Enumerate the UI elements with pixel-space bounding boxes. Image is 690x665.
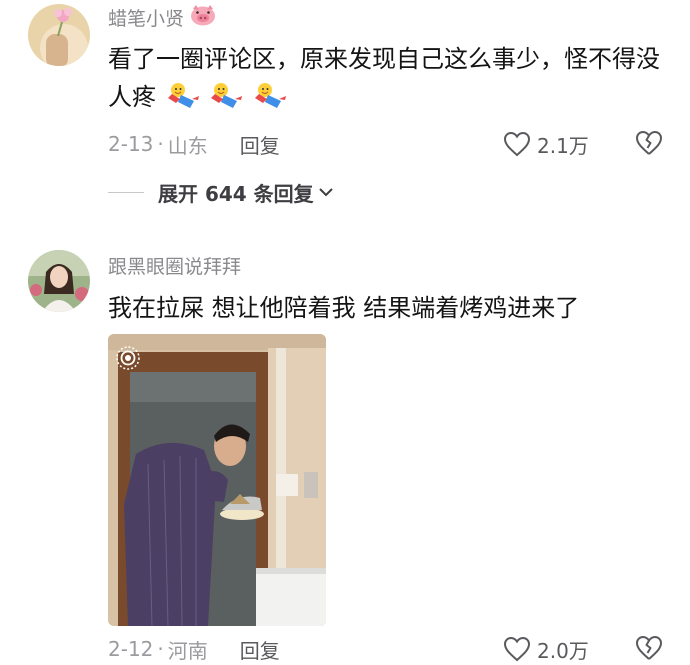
pig-face-icon: [190, 4, 216, 31]
avatar[interactable]: [28, 250, 90, 312]
meta-separator: ·: [157, 637, 164, 661]
like-button[interactable]: 2.0万: [503, 633, 589, 665]
avatar[interactable]: [28, 4, 90, 66]
chevron-down-icon: [318, 188, 333, 197]
comment-location: 山东: [167, 133, 208, 158]
comment-meta: 2-12 · 河南 回复 2.0万: [108, 633, 670, 665]
comment-text: 我在拉屎 想让他陪着我 结果端着烤鸡进来了: [108, 294, 580, 322]
like-count: 2.0万: [537, 638, 589, 663]
expand-replies-button[interactable]: 展开 644 条回复: [108, 176, 334, 208]
username[interactable]: 蜡笔小贤: [108, 4, 216, 31]
dance-emoji-icon: [209, 81, 243, 122]
dislike-button[interactable]: [635, 635, 663, 665]
broken-heart-icon: [636, 131, 662, 155]
comment-location: 河南: [167, 638, 208, 663]
photo-content: [108, 334, 326, 626]
broken-heart-icon: [636, 636, 662, 660]
like-count: 2.1万: [537, 133, 589, 158]
like-button[interactable]: 2.1万: [503, 128, 589, 160]
expand-divider: [108, 191, 144, 193]
dance-emoji-icon: [253, 81, 287, 122]
comment-date: 2-12: [108, 637, 154, 661]
reply-button[interactable]: 回复: [240, 130, 280, 159]
comment-list: 蜡笔小贤 看了一圈评论区，原来发现自己这么事少，怪不得没人疼 2-13 · 山东…: [0, 0, 690, 665]
comment-photo[interactable]: [108, 334, 326, 626]
comment-text: 看了一圈评论区，原来发现自己这么事少，怪不得没人疼: [108, 40, 668, 122]
comment-date: 2-13: [108, 132, 154, 156]
heart-icon: [503, 636, 531, 662]
dance-emoji-icon: [166, 81, 200, 122]
comment-meta: 2-13 · 山东 回复 2.1万: [108, 128, 670, 160]
meta-separator: ·: [157, 132, 164, 156]
heart-icon: [503, 131, 531, 157]
username[interactable]: 跟黑眼圈说拜拜: [108, 252, 241, 279]
reply-button[interactable]: 回复: [240, 635, 280, 664]
dislike-button[interactable]: [635, 130, 663, 161]
